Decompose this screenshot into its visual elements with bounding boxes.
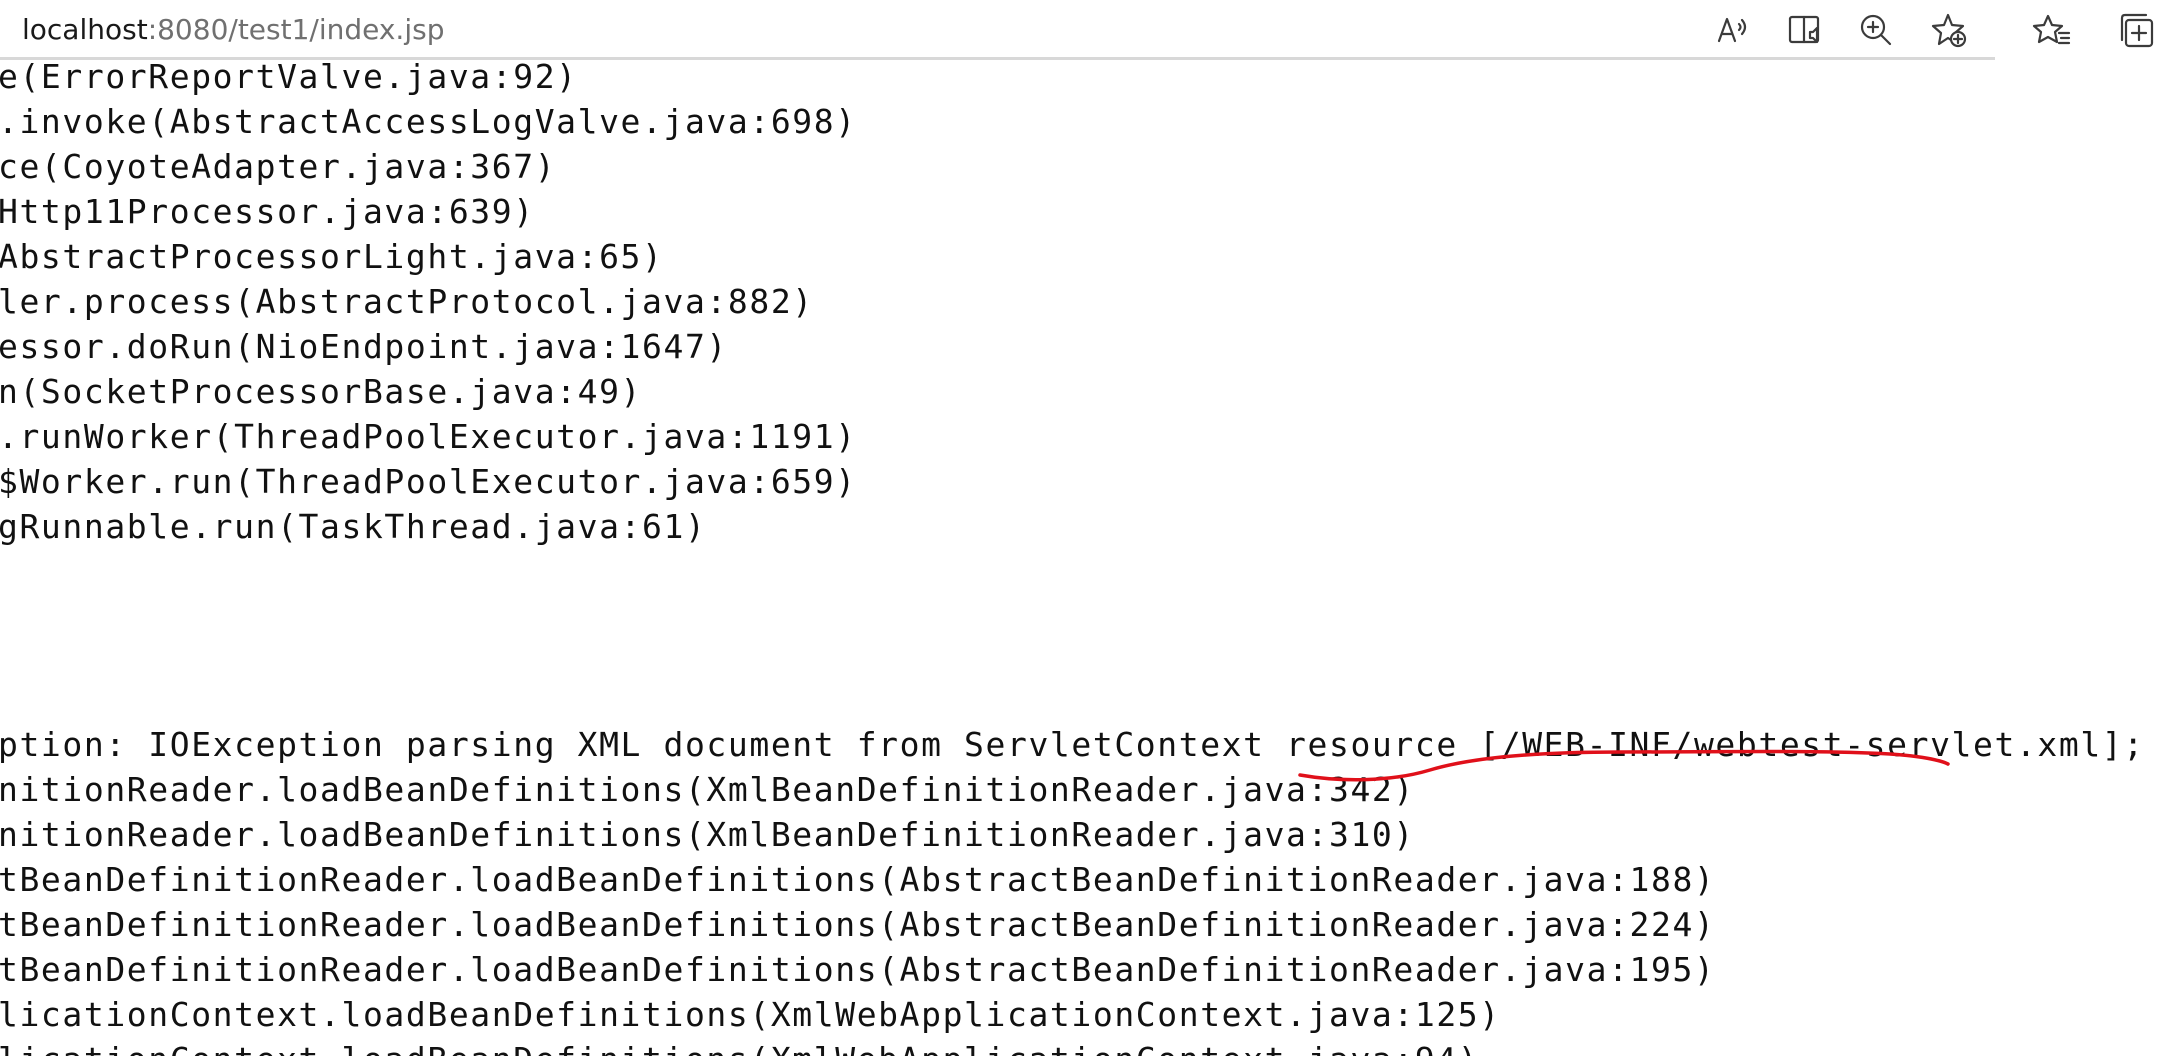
address-bar[interactable]: localhost:8080/test1/index.jsp bbox=[0, 0, 1995, 60]
url-text[interactable]: localhost:8080/test1/index.jsp bbox=[22, 10, 444, 50]
trace-line: .invoke(AbstractAccessLogValve.java:698) bbox=[0, 102, 857, 141]
trace-line: gRunnable.run(TaskThread.java:61) bbox=[0, 507, 707, 546]
trace-line: $Worker.run(ThreadPoolExecutor.java:659) bbox=[0, 462, 857, 501]
immersive-reader-icon[interactable] bbox=[1786, 10, 1826, 50]
add-favorite-icon[interactable] bbox=[1929, 10, 1969, 50]
trace-line: licationContext.loadBeanDefinitions(XmlW… bbox=[0, 995, 1501, 1034]
url-host: localhost bbox=[22, 13, 148, 46]
trace-line: tBeanDefinitionReader.loadBeanDefinition… bbox=[0, 905, 1716, 944]
trace-line: AbstractProcessorLight.java:65) bbox=[0, 237, 664, 276]
collections-icon[interactable] bbox=[2118, 10, 2158, 50]
trace-line: ler.process(AbstractProtocol.java:882) bbox=[0, 282, 814, 321]
zoom-in-icon[interactable] bbox=[1856, 10, 1896, 50]
browser-toolbar: localhost:8080/test1/index.jsp bbox=[0, 0, 2167, 62]
trace-line: .runWorker(ThreadPoolExecutor.java:1191) bbox=[0, 417, 857, 456]
url-path: :8080/test1/index.jsp bbox=[147, 13, 445, 46]
stack-trace: e(ErrorReportValve.java:92) .invoke(Abst… bbox=[0, 62, 2167, 1056]
trace-line: ce(CoyoteAdapter.java:367) bbox=[0, 147, 557, 186]
trace-line: licationContext.loadBeanDefinitions(XmlW… bbox=[0, 1037, 1479, 1056]
trace-line: n(SocketProcessorBase.java:49) bbox=[0, 372, 643, 411]
trace-line: e(ErrorReportValve.java:92) bbox=[0, 62, 578, 96]
favorites-icon[interactable] bbox=[2032, 10, 2072, 50]
trace-line: tBeanDefinitionReader.loadBeanDefinition… bbox=[0, 950, 1716, 989]
trace-line: essor.doRun(NioEndpoint.java:1647) bbox=[0, 327, 728, 366]
trace-line: tBeanDefinitionReader.loadBeanDefinition… bbox=[0, 860, 1716, 899]
exception-message-line: ption: IOException parsing XML document … bbox=[0, 725, 2167, 764]
trace-line: nitionReader.loadBeanDefinitions(XmlBean… bbox=[0, 770, 1415, 809]
trace-line: nitionReader.loadBeanDefinitions(XmlBean… bbox=[0, 815, 1415, 854]
trace-line: Http11Processor.java:639) bbox=[0, 192, 535, 231]
read-aloud-icon[interactable] bbox=[1714, 10, 1754, 50]
